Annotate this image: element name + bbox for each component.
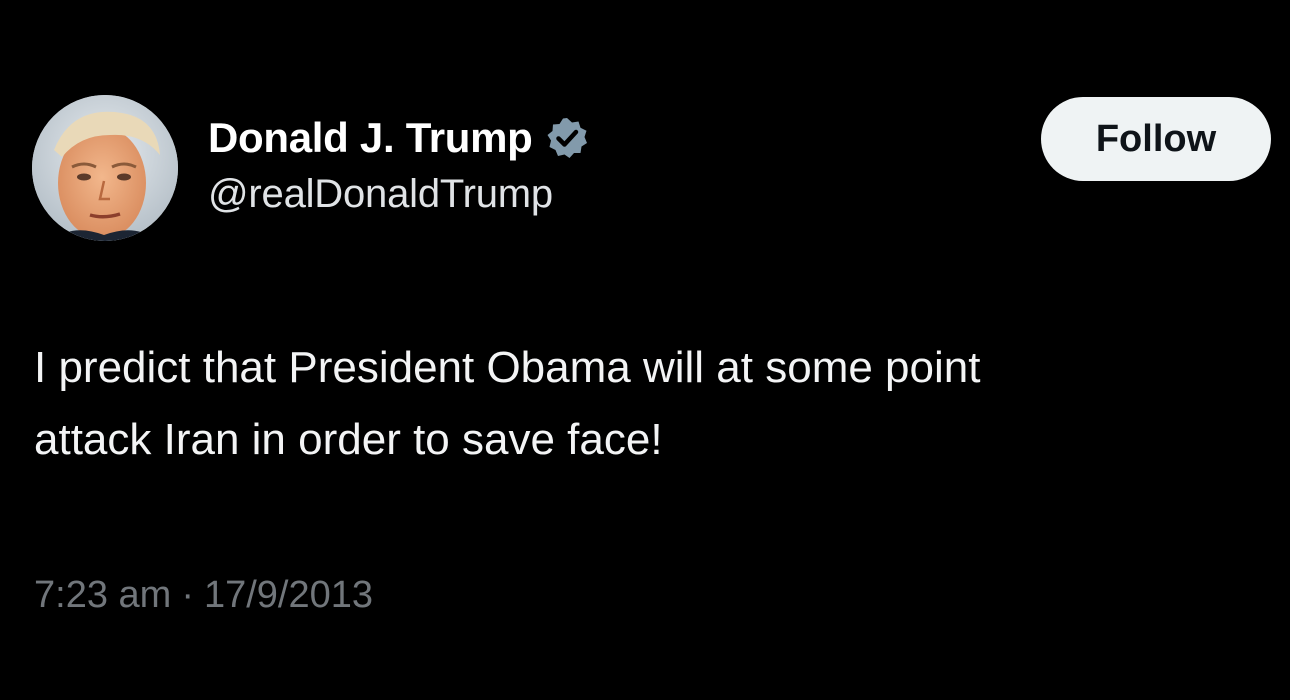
avatar[interactable] [32,95,178,241]
author-display-name[interactable]: Donald J. Trump [208,114,533,162]
author-handle[interactable]: @realDonaldTrump [208,172,553,217]
author-name-row: Donald J. Trump [208,108,589,168]
tweet-text-line: I predict that President Obama will at s… [34,343,981,392]
tweet-text-line: attack Iran in order to save face! [34,415,663,464]
timestamp-separator: · [181,574,194,616]
verified-badge-icon[interactable] [545,116,589,160]
avatar-image [32,95,178,241]
tweet-timestamp[interactable]: 7:23 am · 17/9/2013 [34,574,373,617]
tweet-time: 7:23 am [34,574,172,616]
tweet-card: Donald J. Trump @realDonaldTrump Follow … [0,0,1290,700]
tweet-date: 17/9/2013 [203,574,374,616]
tweet-text: I predict that President Obama will at s… [34,332,1274,476]
follow-button[interactable]: Follow [1041,97,1271,181]
